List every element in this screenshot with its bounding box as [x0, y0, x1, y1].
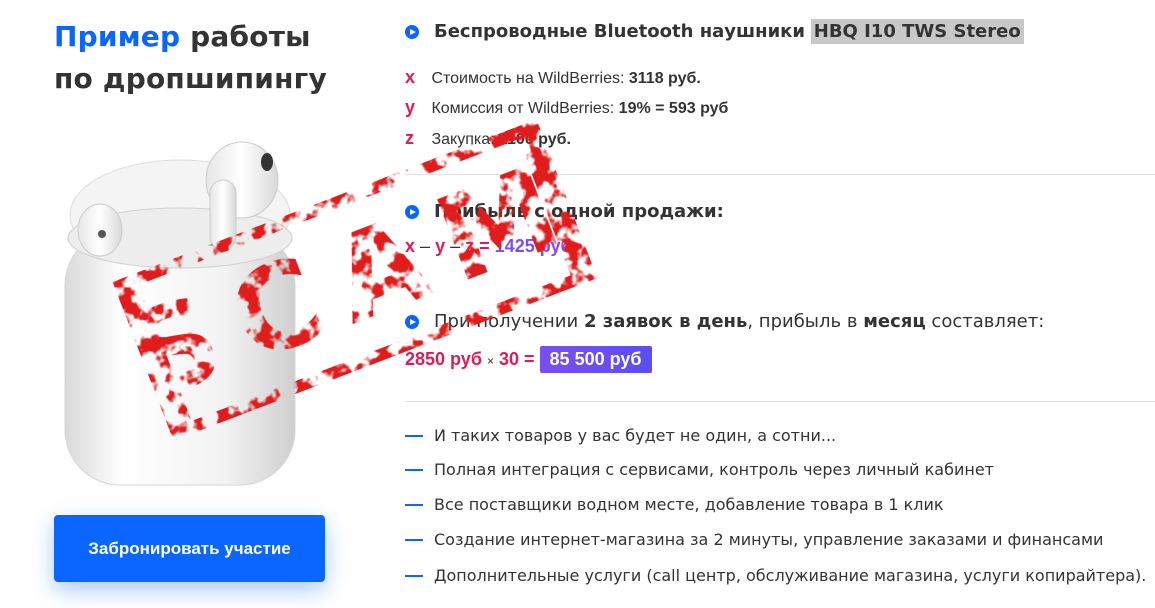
feature-item: Дополнительные услуги (call центр, обслу… [405, 566, 1146, 585]
product-model: HBQ I10 TWS Stereo [810, 19, 1024, 44]
cost-var: z [405, 128, 414, 148]
dash-icon [405, 574, 423, 577]
cost-label: Комиссия от WildBerries: [431, 100, 615, 117]
cost-var: x [405, 67, 416, 87]
cost-row: y Комиссия от WildBerries: 19% = 593 руб [405, 97, 728, 118]
dash-icon [405, 538, 423, 541]
airpods-image [64, 141, 296, 486]
product-name-prefix: Беспроводные Bluetooth наушники [434, 21, 806, 42]
play-bullet-icon [405, 25, 419, 39]
cost-row: x Стоимость на WildBerries: 3118 руб. [405, 67, 701, 88]
dash-icon [405, 434, 423, 437]
profit-month-formula: 2850 руб × 30 = 85 500 руб [405, 346, 652, 373]
product-heading: Беспроводные Bluetooth наушники HBQ I10 … [434, 19, 1024, 44]
title-rest-1: работы [190, 20, 311, 53]
profit-month-heading: При получении 2 заявок в день, прибыль в… [434, 311, 1045, 332]
dash-icon [405, 503, 423, 506]
profit-total-badge: 85 500 руб [539, 346, 652, 373]
profit-one-result: 1425 руб. [494, 236, 577, 256]
dash-icon [405, 468, 423, 471]
profit-amount: 2850 руб [405, 349, 482, 369]
page-title: Пример работы по дропшипингу [54, 16, 327, 100]
cost-row: z Закупка: 1100 руб. [405, 128, 571, 149]
feature-item: Все поставщики водном месте, добавление … [405, 495, 944, 514]
book-participation-button[interactable]: Забронировать участие [54, 515, 325, 582]
feature-item: Полная интеграция с сервисами, контроль … [405, 460, 994, 479]
title-rest-2: по дропшипингу [54, 62, 327, 95]
title-accent: Пример [54, 20, 181, 53]
profit-one-formula: x – y – z = 1425 руб. [405, 236, 577, 256]
divider [405, 401, 1155, 402]
feature-item: Создание интернет-магазина за 2 минуты, … [405, 530, 1103, 549]
profit-one-heading: Прибыль с одной продажи: [434, 201, 724, 222]
cost-value: 3118 руб. [628, 70, 701, 87]
divider [405, 174, 1155, 175]
play-bullet-icon [405, 205, 419, 219]
cost-label: Стоимость на WildBerries: [431, 70, 625, 87]
feature-item: И таких товаров у вас будет не один, а с… [405, 426, 836, 445]
cost-value: 1100 руб. [499, 131, 571, 148]
cost-label: Закупка: [431, 131, 495, 148]
cost-var: y [405, 97, 416, 117]
cost-value: 19% = 593 руб [618, 100, 729, 117]
play-bullet-icon [405, 315, 419, 329]
